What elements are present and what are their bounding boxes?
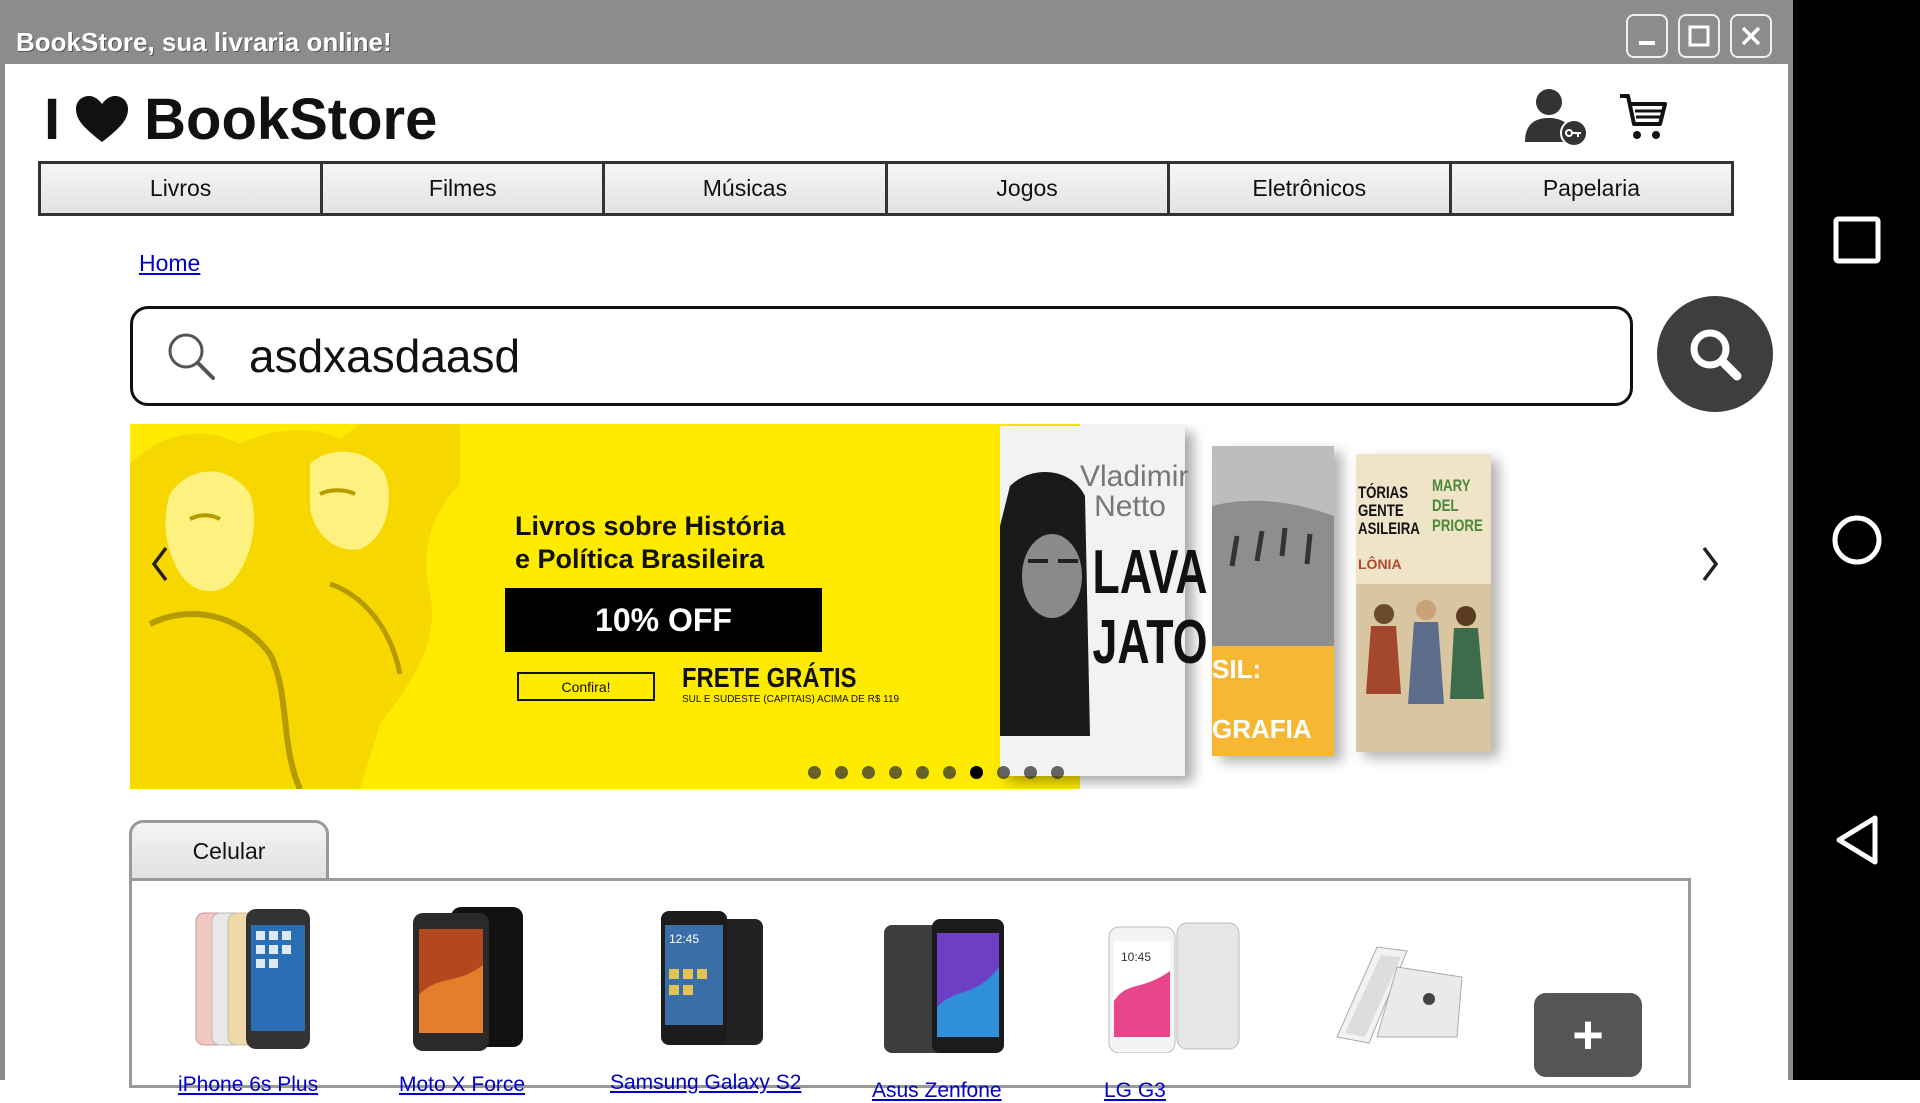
search-icon: [168, 333, 215, 380]
historical-figures-illustration: [130, 424, 460, 789]
nav-item-filmes[interactable]: Filmes: [323, 164, 606, 213]
more-products-button[interactable]: +: [1534, 993, 1642, 1077]
product-label-moto-x[interactable]: Moto X Force: [399, 1073, 525, 1097]
book-cover-historias[interactable]: TÓRIAS GENTE ASILEIRA MARY DEL PRIORE LÔ…: [1356, 454, 1491, 752]
product-card[interactable]: 10:45: [1107, 921, 1242, 1058]
plus-icon: +: [1572, 1005, 1604, 1065]
carousel-dot[interactable]: [1051, 766, 1064, 779]
product-card[interactable]: [194, 907, 314, 1057]
minimize-button[interactable]: [1626, 14, 1668, 58]
carousel-dot[interactable]: [862, 766, 875, 779]
nav-item-papelaria[interactable]: Papelaria: [1451, 164, 1732, 213]
chevron-left-icon: [151, 546, 168, 582]
white-phone-product-image: [1336, 946, 1463, 1044]
book1-title-line1: LAVA: [1092, 538, 1208, 607]
recent-apps-icon[interactable]: [1831, 214, 1883, 266]
chevron-right-icon: [1702, 546, 1719, 582]
breadcrumb-home-link[interactable]: Home: [139, 250, 200, 277]
maximize-icon: [1688, 25, 1710, 47]
product-label-lg-g3[interactable]: LG G3: [1104, 1079, 1166, 1103]
galaxy-s2-product-image: 12:45: [661, 911, 763, 1045]
product-card[interactable]: [1317, 937, 1467, 1052]
book-cover-brasil[interactable]: SIL: GRAFIA: [1212, 446, 1334, 756]
title-bar[interactable]: BookStore, sua livraria online!: [0, 0, 1793, 64]
minimize-icon: [1639, 41, 1655, 45]
nav-item-jogos[interactable]: Jogos: [887, 164, 1170, 213]
cart-icon[interactable]: [1618, 92, 1668, 142]
close-button[interactable]: [1730, 14, 1772, 58]
search-button[interactable]: [1657, 296, 1773, 412]
heart-icon: [76, 96, 129, 142]
search-icon: [1690, 329, 1742, 381]
banner-offer: 10% OFF: [505, 588, 822, 652]
product-card[interactable]: [407, 905, 527, 1058]
banner-heading: Livros sobre História e Política Brasile…: [515, 510, 915, 576]
book1-author: Vladimir Netto: [1080, 460, 1189, 523]
carousel-dot[interactable]: [997, 766, 1010, 779]
svg-text:12:45: 12:45: [669, 932, 699, 946]
book1-author-line2: Netto: [1094, 490, 1166, 523]
book3-subtitle: LÔNIA: [1358, 556, 1402, 572]
banner-free-shipping: FRETE GRÁTIS: [682, 662, 857, 693]
lg-g3-product-image: 10:45: [1108, 922, 1240, 1054]
book2-subtitle: GRAFIA: [1212, 714, 1312, 744]
svg-text:10:45: 10:45: [1121, 950, 1151, 964]
home-icon[interactable]: [1831, 514, 1883, 566]
window-title: BookStore, sua livraria online!: [16, 27, 392, 57]
product-label-zenfone[interactable]: Asus Zenfone: [872, 1079, 1002, 1103]
tab-celular[interactable]: Celular: [129, 820, 329, 880]
book3-title: TÓRIAS GENTE ASILEIRA: [1358, 483, 1420, 538]
nav-item-eletronicos[interactable]: Eletrônicos: [1169, 164, 1452, 213]
banner-heading-line2: e Política Brasileira: [515, 544, 765, 574]
book-cover-lava-jato[interactable]: Vladimir Netto LAVA JATO: [1000, 426, 1208, 776]
carousel-dot[interactable]: [916, 766, 929, 779]
logo-prefix: I: [44, 86, 61, 152]
moto-x-product-image: [413, 907, 523, 1051]
product-card[interactable]: [882, 917, 1007, 1062]
book3-painting-image: [1356, 584, 1491, 752]
product-label-galaxy-s2[interactable]: Samsung Galaxy S2: [610, 1071, 801, 1095]
carousel-dot[interactable]: [889, 766, 902, 779]
book2-photo-image: [1212, 446, 1334, 646]
user-key-icon[interactable]: [1523, 86, 1589, 146]
carousel-dot[interactable]: [808, 766, 821, 779]
book3-author: MARY DEL PRIORE: [1432, 476, 1483, 535]
promo-banner-carousel[interactable]: Livros sobre História e Política Brasile…: [130, 424, 1750, 789]
search-box[interactable]: [130, 306, 1633, 406]
iphone-product-image: [195, 909, 310, 1049]
product-label-iphone[interactable]: iPhone 6s Plus: [178, 1073, 318, 1097]
book1-title: LAVA JATO: [1092, 538, 1208, 678]
nav-item-musicas[interactable]: Músicas: [605, 164, 888, 213]
banner-heading-line1: Livros sobre História: [515, 511, 786, 541]
back-icon[interactable]: [1831, 814, 1883, 866]
store-logo[interactable]: I BookStore: [44, 84, 437, 154]
category-nav: Livros Filmes Músicas Jogos Eletrônicos …: [38, 161, 1734, 216]
book2-title: SIL:: [1212, 654, 1262, 684]
banner-shipping-note: SUL E SUDESTE (CAPITAIS) ACIMA DE R$ 119: [682, 694, 900, 705]
maximize-button[interactable]: [1678, 14, 1720, 58]
close-icon: [1741, 26, 1761, 46]
carousel-dot[interactable]: [970, 766, 983, 779]
nav-item-livros[interactable]: Livros: [41, 164, 324, 213]
carousel-dot[interactable]: [943, 766, 956, 779]
android-nav-bar: [1793, 0, 1920, 1080]
search-input[interactable]: [247, 328, 1551, 384]
carousel-dot[interactable]: [835, 766, 848, 779]
carousel-prev-button[interactable]: [130, 524, 190, 604]
zenfone-product-image: [884, 919, 1004, 1053]
carousel-next-button[interactable]: [1680, 524, 1740, 604]
banner-cta-button[interactable]: Confira!: [517, 672, 655, 701]
author-portrait-image: [1000, 472, 1090, 736]
book1-title-line2: JATO: [1092, 608, 1208, 677]
product-card[interactable]: 12:45: [657, 909, 767, 1054]
book1-author-line1: Vladimir: [1080, 460, 1189, 493]
product-panel: iPhone 6s Plus Moto X Force 12:45 Samsun…: [129, 878, 1691, 1102]
logo-text: BookStore: [144, 86, 438, 152]
carousel-dots: [808, 766, 1064, 779]
carousel-dot[interactable]: [1024, 766, 1037, 779]
